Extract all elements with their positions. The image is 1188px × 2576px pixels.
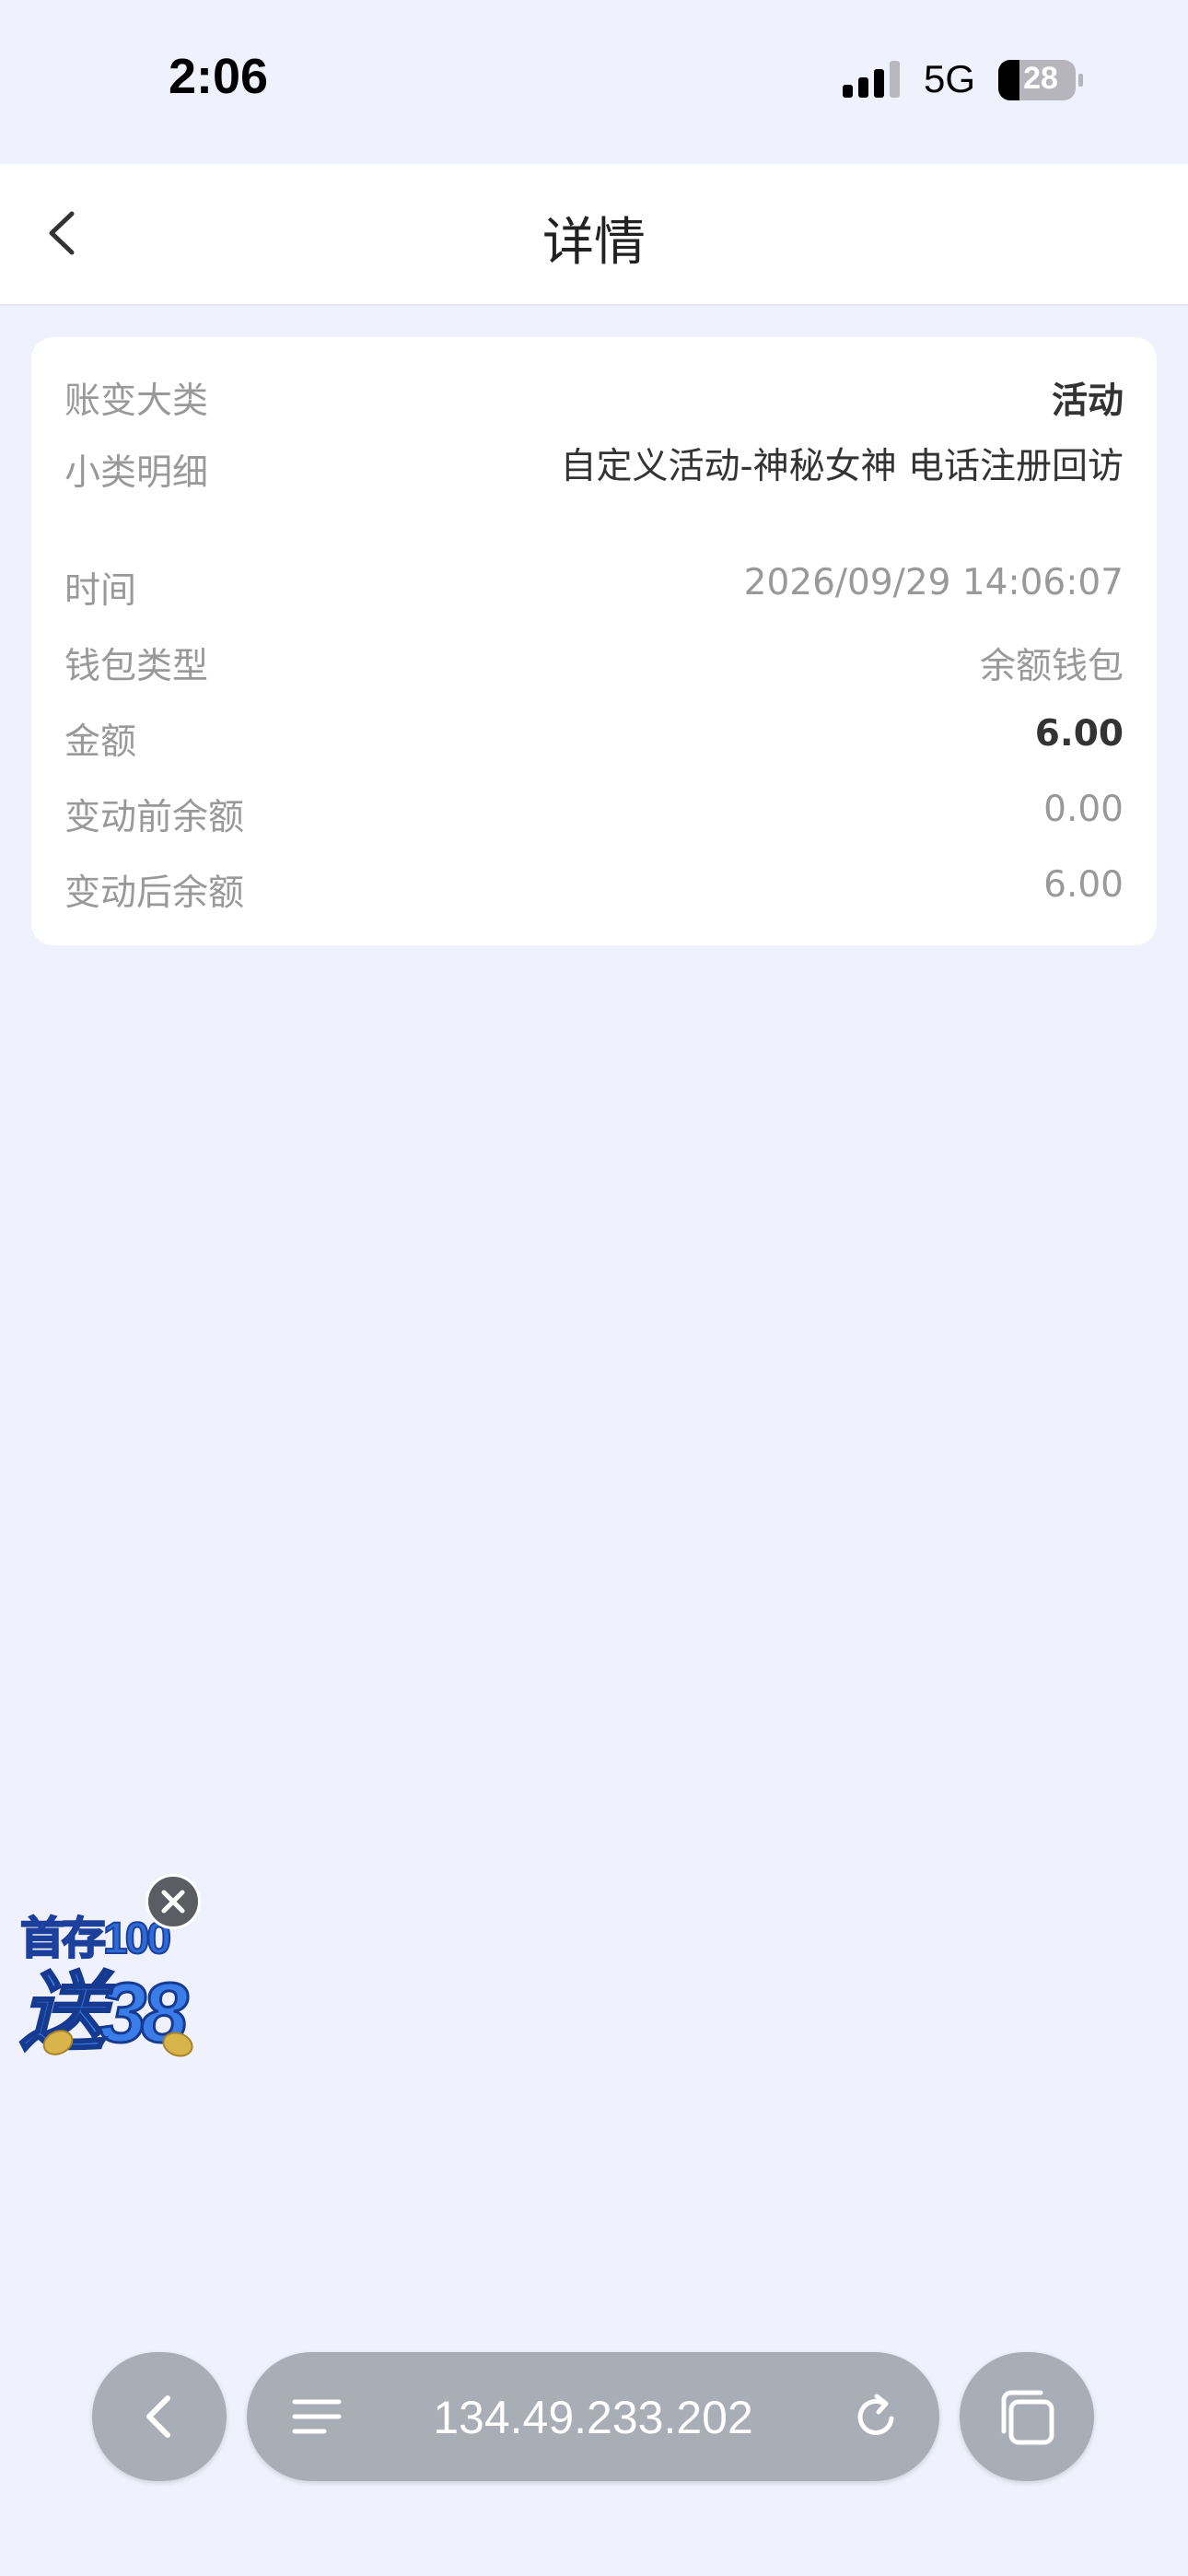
status-time: 2:06	[169, 49, 269, 104]
detail-label: 账变大类	[64, 381, 209, 422]
detail-label: 时间	[64, 570, 137, 612]
network-type: 5G	[924, 57, 976, 100]
page-title: 详情	[542, 213, 646, 273]
detail-label: 小类明细	[64, 452, 209, 494]
detail-value: 活动	[1051, 381, 1124, 422]
detail-value: 0.00	[1043, 789, 1124, 830]
detail-label: 变动前余额	[64, 797, 245, 838]
detail-value: 6.00	[1034, 713, 1124, 755]
detail-value: 2026/09/29 14:06:07	[743, 562, 1124, 603]
reload-icon[interactable]	[851, 2391, 903, 2442]
status-bar: 2:06 5G 28	[0, 0, 1188, 164]
nav-header: 详情	[0, 164, 1188, 306]
battery-level: 28	[1023, 61, 1058, 96]
chevron-left-icon	[146, 2395, 170, 2438]
browser-back-button[interactable]	[92, 2352, 227, 2481]
url-text[interactable]: 134.49.233.202	[247, 2391, 939, 2444]
detail-value: 余额钱包	[979, 646, 1124, 687]
detail-label: 钱包类型	[64, 646, 209, 687]
tabs-button[interactable]	[960, 2352, 1094, 2481]
detail-label: 金额	[64, 721, 137, 763]
signal-icon	[843, 61, 900, 98]
close-icon[interactable]	[146, 1874, 201, 1929]
detail-card: 账变大类 活动 小类明细 自定义活动-神秘女神 电话注册回访 时间 2026/0…	[31, 337, 1157, 945]
address-bar[interactable]: 134.49.233.202	[247, 2352, 939, 2481]
tabs-icon	[1001, 2390, 1054, 2445]
detail-value: 6.00	[1043, 864, 1124, 906]
detail-value: 自定义活动-神秘女神 电话注册回访	[560, 446, 1124, 487]
detail-label: 变动后余额	[64, 872, 245, 914]
